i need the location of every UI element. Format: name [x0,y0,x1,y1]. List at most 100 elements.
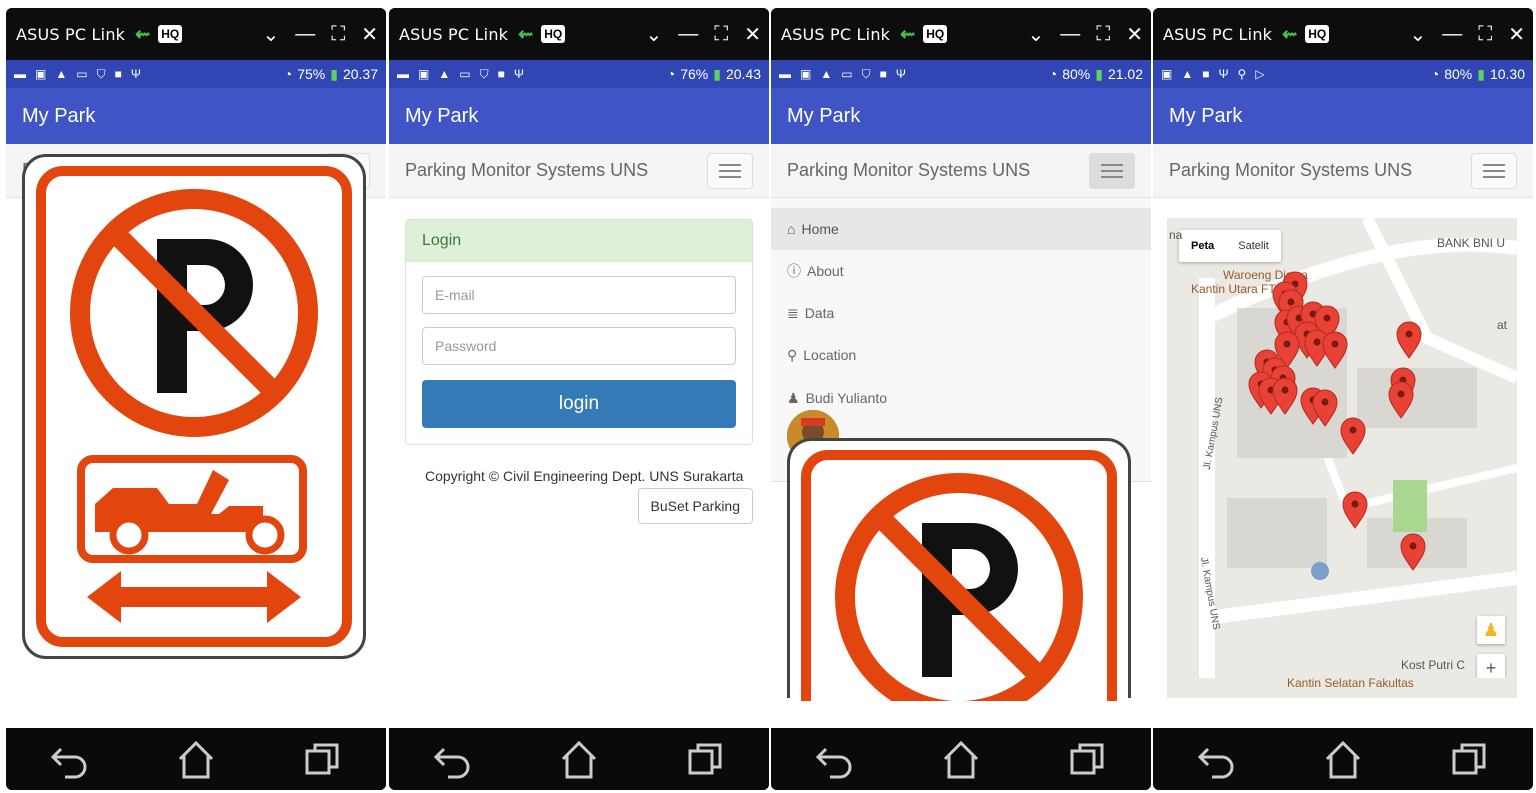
app-icon: ▣ [418,66,430,81]
menu-item-location[interactable]: ⚲ Location [771,334,1151,376]
window-title: ASUS PC Link [16,24,126,44]
parking-markers [1248,271,1426,571]
password-field[interactable]: Password [422,327,736,365]
battery-icon: ▮ [1095,65,1103,82]
close-icon[interactable]: ✕ [1508,22,1525,47]
brand[interactable]: Parking Monitor Systems UNS [787,160,1030,181]
menu-item-data[interactable]: ≣ Data [771,292,1151,334]
brand[interactable]: Parking Monitor Systems UNS [405,160,648,181]
camera-icon: ■ [1202,67,1210,81]
phone-screen-menu: ASUS PC Link ⇜ HQ ⌄ — ⛶ ✕ ▬ ▣ ▲ ▭ ⛉ ■ Ψ ◔ 80% ▮ 2… [771,8,1151,790]
app-icon: ▣ [800,66,812,81]
window-title: ASUS PC Link [399,24,509,44]
minimize-icon[interactable]: — [295,23,315,46]
close-icon[interactable]: ✕ [744,22,761,47]
chevron-down-icon[interactable]: ⌄ [1409,22,1426,47]
parking-marker[interactable] [1400,533,1426,571]
home-icon[interactable] [939,737,983,781]
hq-badge[interactable]: HQ [1305,25,1330,43]
notification-icon: ▬ [397,66,409,81]
parking-marker[interactable] [1312,389,1338,427]
back-icon[interactable] [812,737,856,781]
map-footer: Kantin Selatan Fakultas [1167,676,1517,698]
site-navbar: Parking Monitor Systems UNS [771,144,1151,198]
menu-toggle-button[interactable] [1089,152,1135,189]
site-navbar: Parking Monitor Systems UNS [1153,144,1533,198]
android-nav-bar [389,728,769,790]
phone-screen-home: ASUS PC Link ⇜ HQ ⌄ — ⛶ ✕ ▬ ▣ ▲ ▭ ⛉ ■ Ψ ◔ 75% ▮ 2… [6,8,386,790]
menu-item-about[interactable]: ⓘ About [771,250,1151,292]
marker-dot [1281,386,1289,394]
info-icon: ⓘ [787,263,801,279]
hq-badge[interactable]: HQ [158,25,183,43]
back-icon[interactable] [430,737,474,781]
android-status-bar: ▣ ▲ ■ Ψ ⚲ ▷ ◔ 80% ▮ 10.30 [1153,60,1533,88]
login-button[interactable]: login [422,380,736,428]
recents-icon[interactable] [301,737,345,781]
map-label-kantin-selatan: Kantin Selatan Fakultas [1287,676,1414,690]
zoom-in-button[interactable]: + [1477,654,1505,678]
menu-item-label: Data [804,305,835,321]
usb-debug-icon: Ψ [513,66,524,81]
menu-item-home[interactable]: ⌂ Home [771,208,1151,250]
menu-item-label: Home [801,221,839,237]
chevron-down-icon[interactable]: ⌄ [645,22,662,47]
user-name: Budi Yulianto [805,390,888,406]
home-icon[interactable] [1321,737,1365,781]
hq-badge[interactable]: HQ [541,25,566,43]
camera-icon: ■ [879,66,887,81]
hq-badge[interactable]: HQ [923,25,948,43]
chevron-down-icon[interactable]: ⌄ [1027,22,1044,47]
marker-dot [1321,398,1329,406]
login-panel: Login E-mail Password login [405,219,753,445]
minimize-icon[interactable]: — [1060,23,1080,46]
parking-marker[interactable] [1340,417,1366,455]
home-icon: ⌂ [787,221,796,237]
chevron-down-icon[interactable]: ⌄ [262,22,279,47]
brand[interactable]: Parking Monitor Systems UNS [1169,160,1412,181]
home-icon[interactable] [174,737,218,781]
usb-debug-icon: Ψ [895,66,906,81]
marker-dot [1351,500,1359,508]
fullscreen-icon[interactable]: ⛶ [331,23,345,46]
usb-icon: ⇜ [1282,23,1298,44]
parking-marker[interactable] [1388,381,1414,419]
android-nav-bar [6,728,386,790]
parking-marker[interactable] [1322,331,1348,369]
parking-map[interactable]: Peta Satelit na BANK BNI U Waroeng Djawa… [1167,218,1517,678]
email-field[interactable]: E-mail [422,276,736,314]
battery-icon: ▮ [1477,65,1485,82]
parking-marker[interactable] [1342,491,1368,529]
back-icon[interactable] [1194,737,1238,781]
pc-link-titlebar: ASUS PC Link ⇜ HQ ⌄ — ⛶ ✕ [389,8,769,60]
fullscreen-icon[interactable]: ⛶ [714,23,728,46]
app-title: My Park [1153,88,1533,144]
menu-item-label: About [807,263,844,279]
window-title: ASUS PC Link [1163,24,1273,44]
minimize-icon[interactable]: — [678,23,698,46]
camera-icon: ■ [114,66,122,81]
fullscreen-icon[interactable]: ⛶ [1096,23,1110,46]
marker-dot [1323,314,1331,322]
warning-icon: ▲ [820,66,833,81]
parking-marker[interactable] [1272,377,1298,415]
close-icon[interactable]: ✕ [361,22,378,47]
back-icon[interactable] [47,737,91,781]
marker-dot [1409,542,1417,550]
app-icon: ▣ [35,66,47,81]
recents-icon[interactable] [1066,737,1110,781]
pegman-icon[interactable]: ♟ [1477,616,1505,644]
recents-icon[interactable] [684,737,728,781]
menu-user[interactable]: ♟ Budi Yulianto [771,384,1151,412]
recents-icon[interactable] [1448,737,1492,781]
minimize-icon[interactable]: — [1442,23,1462,46]
fullscreen-icon[interactable]: ⛶ [1478,23,1492,46]
menu-toggle-button[interactable] [1471,152,1517,189]
buset-parking-button[interactable]: BuSet Parking [637,488,753,524]
close-icon[interactable]: ✕ [1126,22,1143,47]
android-nav-bar [771,728,1151,790]
parking-marker[interactable] [1396,321,1422,359]
menu-toggle-button[interactable] [707,152,753,189]
android-status-bar: ▬ ▣ ▲ ▭ ⛉ ■ Ψ ◔ 75% ▮ 20.37 [6,60,386,88]
home-icon[interactable] [557,737,601,781]
